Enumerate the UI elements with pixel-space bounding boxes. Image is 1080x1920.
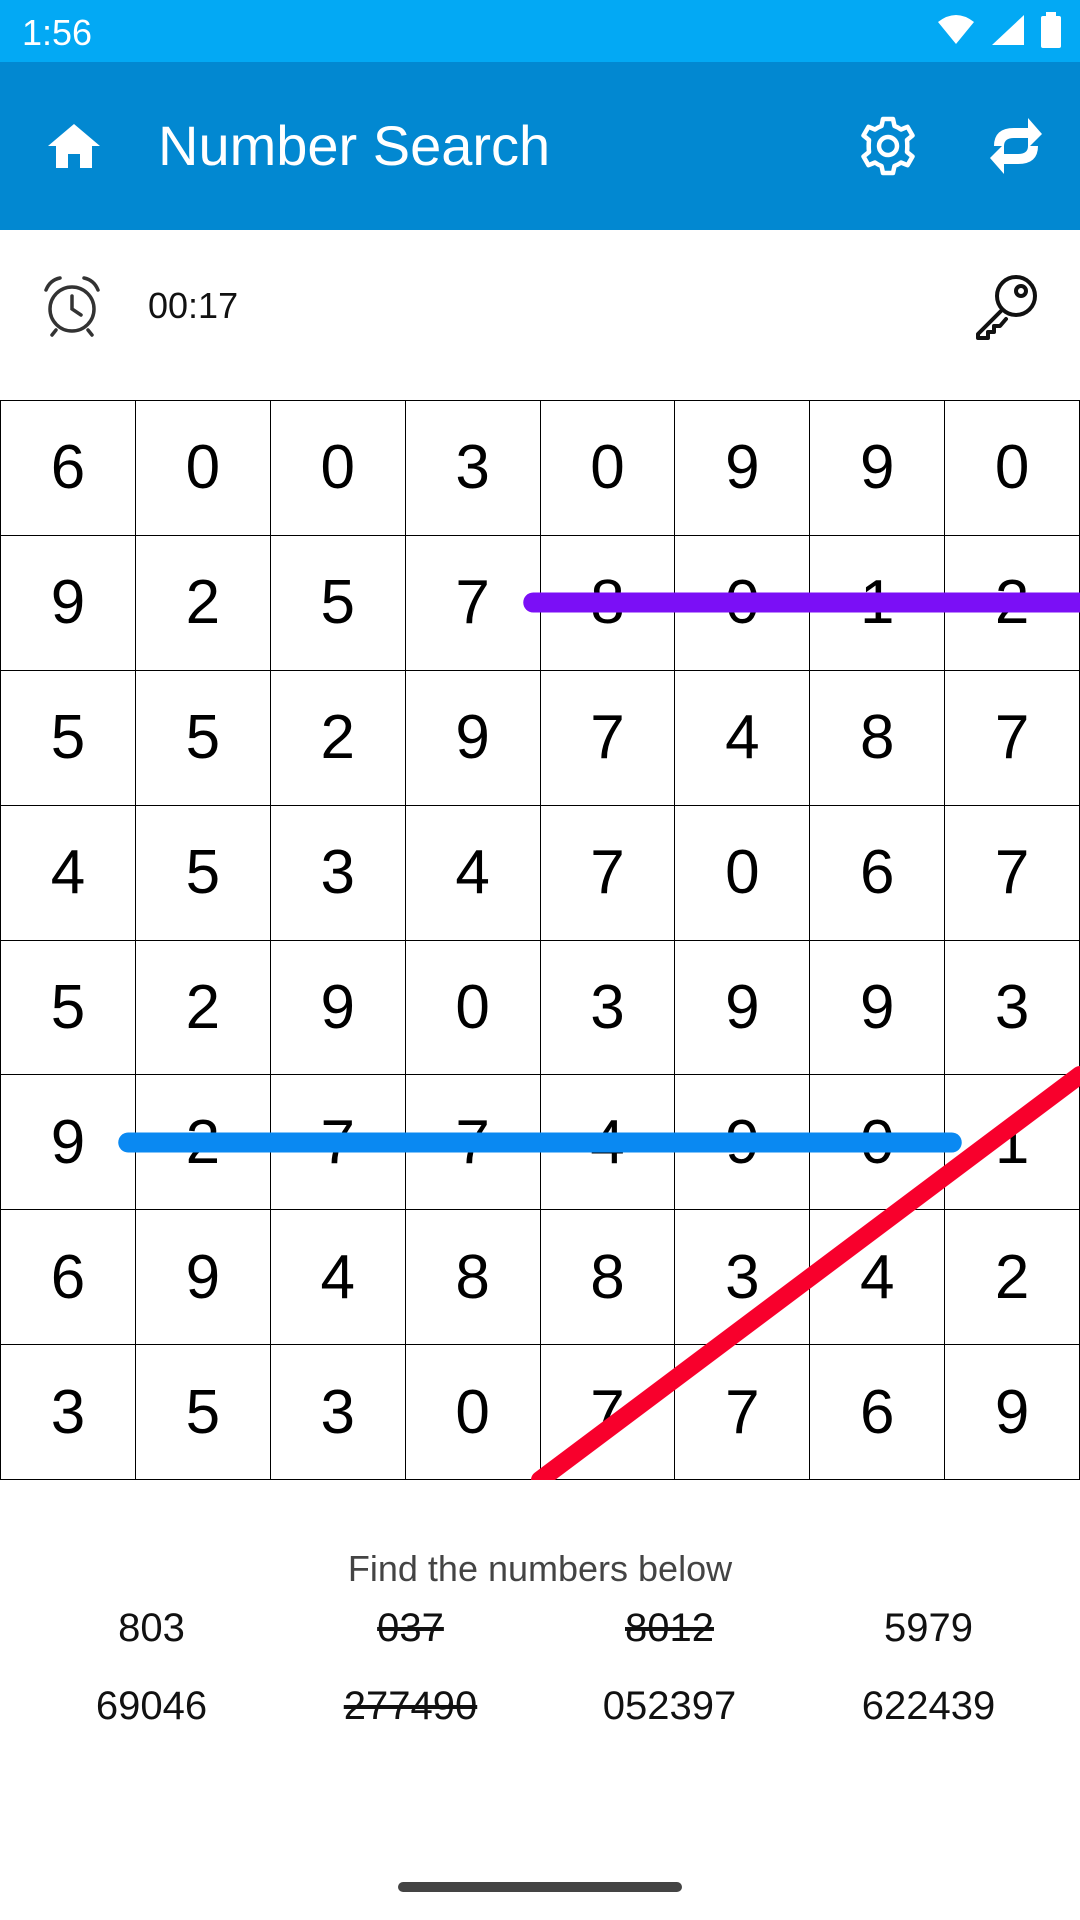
grid-cell[interactable]: 8: [405, 1210, 541, 1346]
puzzle-grid[interactable]: 6003099092578012552974874534706752903993…: [0, 400, 1080, 1480]
home-icon: [48, 124, 100, 168]
target-number: 8012: [625, 1606, 714, 1650]
instruction-text: Find the numbers below: [347, 1548, 733, 1589]
grid-cell[interactable]: 2: [135, 535, 271, 671]
grid-cell[interactable]: 7: [675, 1345, 811, 1480]
grid-cell[interactable]: 2: [945, 1210, 1080, 1346]
grid-cell[interactable]: 0: [540, 401, 676, 536]
grid-cell[interactable]: 7: [405, 1075, 541, 1211]
grid-cell[interactable]: 7: [405, 535, 541, 671]
grid-cell[interactable]: 0: [675, 535, 811, 671]
grid-cell[interactable]: 0: [405, 1345, 541, 1480]
timer-value: 00:17: [148, 285, 239, 326]
grid-cell[interactable]: 2: [135, 1075, 271, 1211]
grid-cell[interactable]: 5: [1, 940, 136, 1076]
grid-cell[interactable]: 9: [810, 401, 946, 536]
grid-cell[interactable]: 3: [675, 1210, 811, 1346]
grid-cell[interactable]: 8: [540, 535, 676, 671]
grid-cell[interactable]: 0: [945, 401, 1080, 536]
grid-cell[interactable]: 6: [1, 401, 136, 536]
grid-cell[interactable]: 6: [1, 1210, 136, 1346]
grid-cell[interactable]: 4: [675, 670, 811, 806]
target-number: 037: [377, 1606, 444, 1650]
app-title: Number Search: [158, 114, 551, 177]
gear-icon: [861, 116, 915, 176]
target-number: 052397: [602, 1684, 737, 1728]
grid-cell[interactable]: 7: [270, 1075, 406, 1211]
grid-cell[interactable]: 1: [810, 535, 946, 671]
target-number: 622439: [861, 1684, 996, 1728]
grid-cell[interactable]: 2: [135, 940, 271, 1076]
grid-cell[interactable]: 8: [810, 670, 946, 806]
grid-cell[interactable]: 5: [135, 670, 271, 806]
grid-cell[interactable]: 3: [1, 1345, 136, 1480]
status-icons: [936, 10, 1062, 50]
grid-cell[interactable]: 0: [810, 1075, 946, 1211]
grid-cell[interactable]: 1: [945, 1075, 1080, 1211]
home-button[interactable]: [44, 116, 104, 176]
grid-cell[interactable]: 0: [270, 401, 406, 536]
grid-cell[interactable]: 9: [405, 670, 541, 806]
grid-cell[interactable]: 9: [675, 1075, 811, 1211]
app-bar: Number Search: [0, 62, 1080, 230]
alarm-clock-icon: [40, 274, 104, 338]
grid-cell[interactable]: 3: [270, 1345, 406, 1480]
signal-icon: [992, 15, 1024, 45]
word-list: 803 037 8012 5979 69046 277490 052397 622439: [22, 1604, 1058, 1730]
target-number: 5979: [884, 1606, 973, 1650]
battery-icon: [1041, 12, 1061, 48]
grid-cell[interactable]: 7: [540, 1345, 676, 1480]
target-number: 803: [118, 1606, 185, 1650]
grid-cell[interactable]: 6: [810, 805, 946, 941]
status-bar: 1:56: [0, 0, 1080, 62]
grid-cell[interactable]: 9: [135, 1210, 271, 1346]
refresh-button[interactable]: [986, 116, 1046, 176]
grid-cell[interactable]: 7: [945, 805, 1080, 941]
grid-cell[interactable]: 3: [945, 940, 1080, 1076]
key-icon: [976, 275, 1037, 340]
grid-cell[interactable]: 2: [945, 535, 1080, 671]
grid-cell[interactable]: 0: [135, 401, 271, 536]
grid-cell[interactable]: 5: [135, 805, 271, 941]
refresh-icon: [990, 118, 1042, 174]
grid-cell[interactable]: 4: [405, 805, 541, 941]
target-number: 69046: [95, 1684, 208, 1728]
grid-cell[interactable]: 2: [270, 670, 406, 806]
status-time: 1:56: [22, 12, 93, 53]
grid-cell[interactable]: 6: [810, 1345, 946, 1480]
grid-cell[interactable]: 5: [1, 670, 136, 806]
grid-cell[interactable]: 4: [1, 805, 136, 941]
grid-cell[interactable]: 9: [810, 940, 946, 1076]
grid-cell[interactable]: 7: [945, 670, 1080, 806]
grid-cell[interactable]: 9: [1, 1075, 136, 1211]
grid-cell[interactable]: 9: [675, 401, 811, 536]
grid-cell[interactable]: 7: [540, 670, 676, 806]
gesture-nav-handle[interactable]: [398, 1882, 682, 1892]
grid-cell[interactable]: 8: [540, 1210, 676, 1346]
grid-cell[interactable]: 4: [270, 1210, 406, 1346]
grid-cell[interactable]: 9: [1, 535, 136, 671]
grid-cell[interactable]: 0: [405, 940, 541, 1076]
grid-cell[interactable]: 0: [675, 805, 811, 941]
grid-cell[interactable]: 9: [270, 940, 406, 1076]
grid-cell[interactable]: 9: [675, 940, 811, 1076]
grid-cell[interactable]: 5: [135, 1345, 271, 1480]
wifi-icon: [938, 15, 974, 44]
target-number: 277490: [343, 1684, 478, 1728]
grid-cell[interactable]: 3: [540, 940, 676, 1076]
hint-button[interactable]: [972, 270, 1042, 340]
grid-cell[interactable]: 9: [945, 1345, 1080, 1480]
grid-cell[interactable]: 3: [270, 805, 406, 941]
grid-cell[interactable]: 3: [405, 401, 541, 536]
grid-cell[interactable]: 7: [540, 805, 676, 941]
grid-cell[interactable]: 4: [810, 1210, 946, 1346]
grid-cell[interactable]: 4: [540, 1075, 676, 1211]
settings-button[interactable]: [856, 114, 920, 178]
grid-cell[interactable]: 5: [270, 535, 406, 671]
